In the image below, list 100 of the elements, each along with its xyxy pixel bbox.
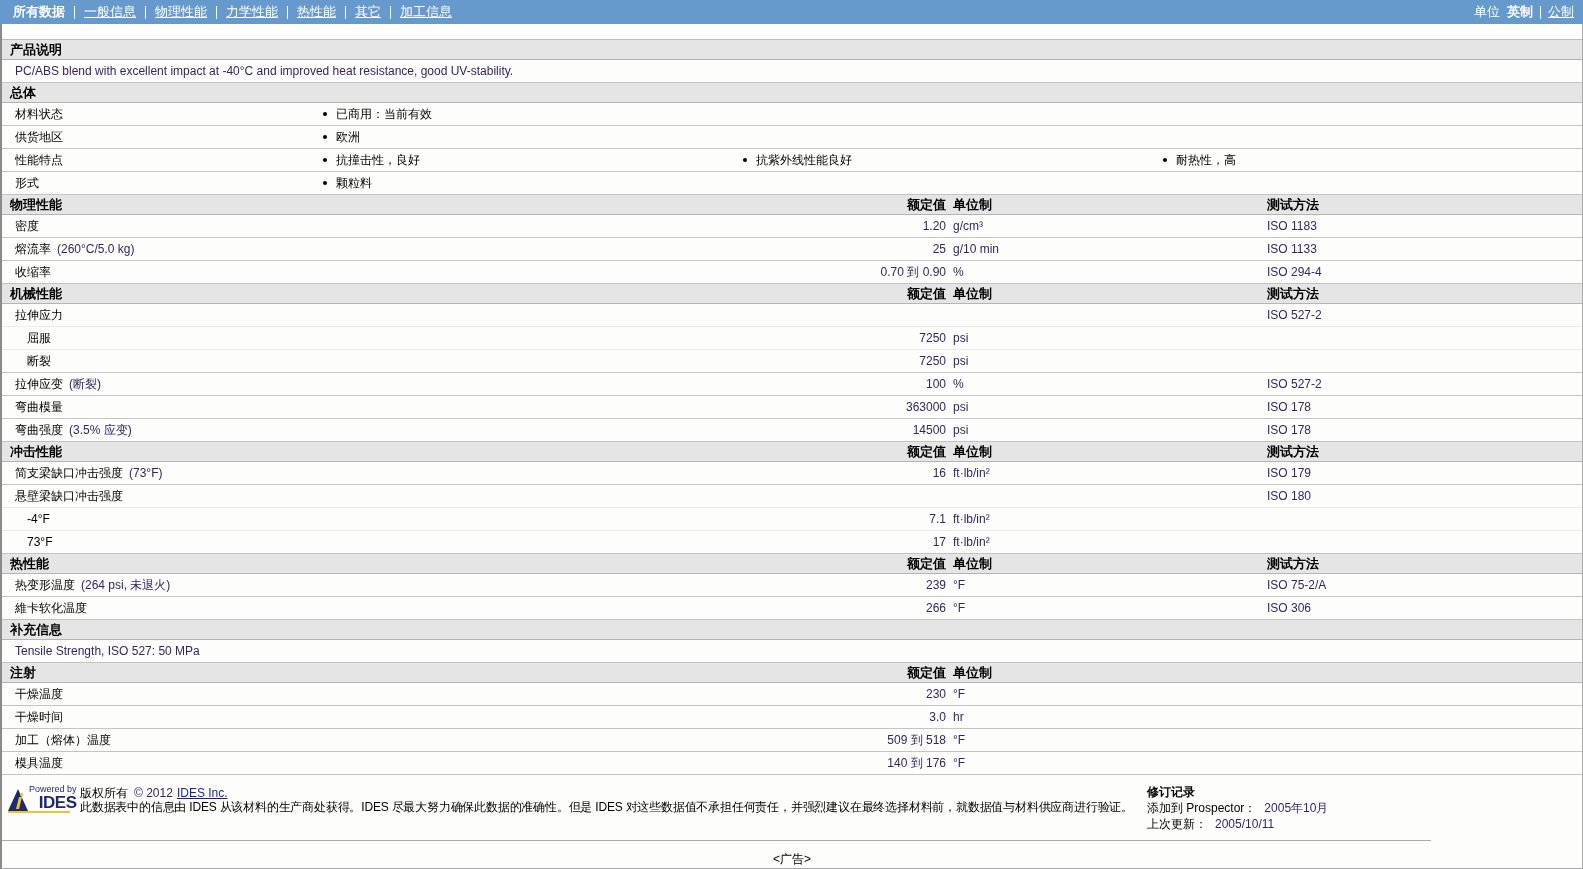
revision-title: 修订记录 [1147, 784, 1196, 800]
property-value: 抗撞击性，良好 [336, 152, 420, 169]
property-label: 性能特点 [15, 153, 63, 167]
property-value: 已商用：当前有效 [336, 106, 432, 123]
property-value: 25 [932, 241, 946, 258]
property-value: 3.0 [929, 709, 946, 726]
test-method: ISO 178 [1267, 399, 1312, 416]
property-unit: psi [953, 422, 969, 439]
property-unit: hr [953, 709, 964, 726]
revision-label: 添加到 Prospector： [1147, 800, 1257, 816]
test-method: ISO 1183 [1267, 218, 1317, 235]
property-value: 140 到 176 [887, 755, 946, 772]
property-value: 239 [925, 577, 946, 594]
property-label: 弯曲强度 [15, 422, 63, 439]
property-condition: (264 psi, 未退火) [81, 577, 171, 594]
property-label: 形式 [15, 176, 39, 190]
section-title: 补充信息 [9, 621, 62, 639]
property-unit: psi [953, 330, 969, 347]
nav-tab[interactable]: 物理性能 [155, 2, 207, 22]
test-method: ISO 179 [1267, 465, 1312, 482]
property-value: 7250 [919, 353, 946, 370]
description-text: Tensile Strength, ISO 527: 50 MPa [15, 643, 200, 660]
property-value: 16 [932, 465, 946, 482]
property-label: 悬壁梁缺口冲击强度 [15, 488, 123, 505]
column-header: 测试方法 [1267, 285, 1319, 303]
property-label: 弯曲模量 [15, 399, 63, 416]
copyright-label: 版权所有 [80, 786, 128, 800]
property-condition: (260°C/5.0 kg) [57, 241, 135, 258]
property-value: 17 [932, 534, 946, 551]
property-unit: ft·lb/in² [953, 465, 990, 482]
property-unit: g/10 min [953, 241, 1000, 258]
column-header: 单位制 [953, 555, 992, 573]
property-unit: % [953, 376, 964, 393]
logo-wordmark: IDES [38, 794, 77, 811]
nav-tab[interactable]: 力学性能 [226, 2, 278, 22]
property-value: 欧洲 [336, 129, 360, 146]
property-label: 模具温度 [15, 755, 63, 772]
property-value: 100 [925, 376, 946, 393]
column-header: 单位制 [953, 285, 992, 303]
column-header: 测试方法 [1267, 443, 1319, 461]
property-label: 干燥温度 [15, 686, 63, 703]
column-header: 额定值 [907, 285, 946, 303]
company-link[interactable]: IDES Inc. [176, 786, 228, 800]
property-label: 73°F [27, 534, 53, 551]
test-method: ISO 527-2 [1267, 376, 1322, 393]
test-method: ISO 306 [1267, 600, 1312, 617]
column-header: 单位制 [953, 196, 992, 214]
property-condition: (3.5% 应变) [69, 422, 132, 439]
unit-option[interactable]: 英制 [1507, 2, 1533, 22]
bullet-icon [743, 158, 747, 162]
bullet-icon [323, 181, 327, 185]
property-value: 1.20 [922, 218, 946, 235]
nav-tab[interactable]: 所有数据 [13, 2, 65, 22]
property-label: -4°F [27, 511, 50, 528]
unit-option[interactable]: 公制 [1548, 2, 1574, 22]
section-title: 总体 [8, 84, 36, 102]
property-unit: ft·lb/in² [953, 511, 990, 528]
nav-tab[interactable]: 其它 [355, 2, 381, 22]
property-label: 干燥时间 [15, 709, 63, 726]
logo-tagline: Powered by [29, 785, 77, 794]
test-method: ISO 75-2/A [1267, 577, 1327, 594]
units-label: 单位 [1474, 3, 1500, 22]
test-method: ISO 1133 [1267, 241, 1317, 258]
test-method: ISO 178 [1267, 422, 1312, 439]
section-title: 冲击性能 [9, 443, 62, 461]
property-unit: °F [953, 732, 966, 749]
property-unit: ft·lb/in² [953, 534, 990, 551]
column-header: 测试方法 [1267, 555, 1319, 573]
column-header: 额定值 [907, 664, 946, 682]
disclaimer-text: 此数据表中的信息由 IDES 从该材料的生产商处获得。IDES 尽最大努力确保此数据的准确性。但是 IDES 对这些数据值不承担任何责任，并强烈建议在最终选择材料前，就数据值与材料供应商进行验证。 [80, 800, 1135, 814]
column-header: 额定值 [907, 196, 946, 214]
column-header: 测试方法 [1267, 196, 1319, 214]
section-title: 注射 [9, 664, 36, 682]
property-value: 509 到 518 [887, 732, 946, 749]
property-unit: °F [953, 755, 966, 772]
property-value: 7250 [919, 330, 946, 347]
property-value: 耐热性，高 [1176, 152, 1236, 169]
property-label: 断裂 [27, 353, 51, 370]
property-unit: °F [953, 686, 966, 703]
column-header: 单位制 [953, 664, 992, 682]
property-label: 材料状态 [15, 107, 63, 121]
property-label: 密度 [15, 218, 39, 235]
property-label: 简支梁缺口冲击强度 [15, 465, 123, 482]
property-unit: g/cm³ [953, 218, 983, 235]
nav-tab[interactable]: 加工信息 [400, 2, 452, 22]
nav-tab[interactable]: 一般信息 [84, 2, 136, 22]
property-value: 363000 [905, 399, 946, 416]
copyright-year: © 2012 [134, 786, 173, 800]
property-value: 14500 [912, 422, 946, 439]
bullet-icon [323, 135, 327, 139]
column-header: 额定值 [907, 443, 946, 461]
revision-value: 2005年10月 [1264, 800, 1329, 816]
nav-tab[interactable]: 热性能 [297, 2, 336, 22]
property-label: 熔流率 [15, 241, 51, 258]
bullet-icon [1163, 158, 1167, 162]
bullet-icon [323, 112, 327, 116]
property-unit: °F [953, 600, 966, 617]
property-condition: (断裂) [69, 376, 101, 393]
property-unit: °F [953, 577, 966, 594]
property-label: 加工（熔体）温度 [15, 732, 111, 749]
